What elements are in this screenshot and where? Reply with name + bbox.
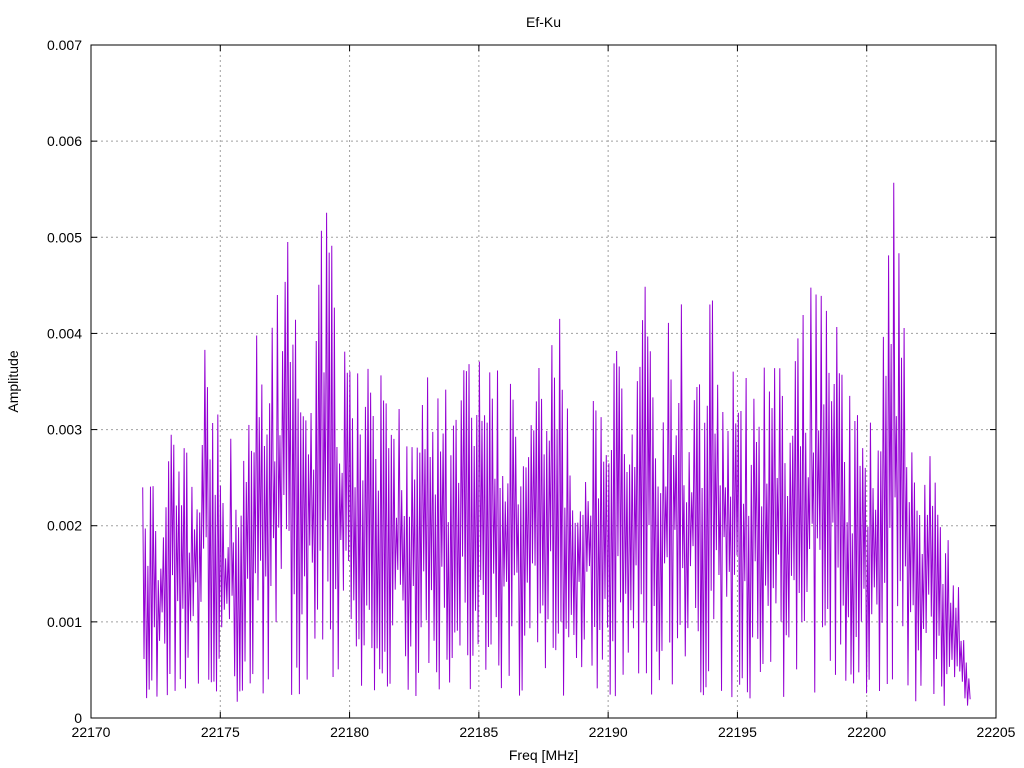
y-tick-label: 0.001 (47, 614, 82, 630)
x-tick-label: 22205 (977, 724, 1016, 740)
y-tick-label: 0.007 (47, 37, 82, 53)
y-axis-label: Amplitude (5, 350, 21, 412)
y-tick-label: 0 (74, 710, 82, 726)
x-tick-label: 22180 (330, 724, 369, 740)
x-tick-label: 22200 (847, 724, 886, 740)
chart-title: Ef-Ku (526, 14, 561, 30)
chart-background (0, 0, 1024, 768)
x-tick-label: 22190 (589, 724, 628, 740)
y-tick-label: 0.004 (47, 325, 82, 341)
x-tick-label: 22195 (718, 724, 757, 740)
x-tick-label: 22185 (459, 724, 498, 740)
y-tick-label: 0.002 (47, 518, 82, 534)
y-tick-label: 0.003 (47, 422, 82, 438)
y-tick-label: 0.005 (47, 229, 82, 245)
y-tick-label: 0.006 (47, 133, 82, 149)
x-axis-label: Freq [MHz] (509, 747, 578, 763)
spectrum-chart: 22170 22175 22180 22185 22190 22195 22200 22205… (0, 0, 1024, 768)
x-tick-label: 22175 (201, 724, 240, 740)
x-tick-label: 22170 (72, 724, 111, 740)
